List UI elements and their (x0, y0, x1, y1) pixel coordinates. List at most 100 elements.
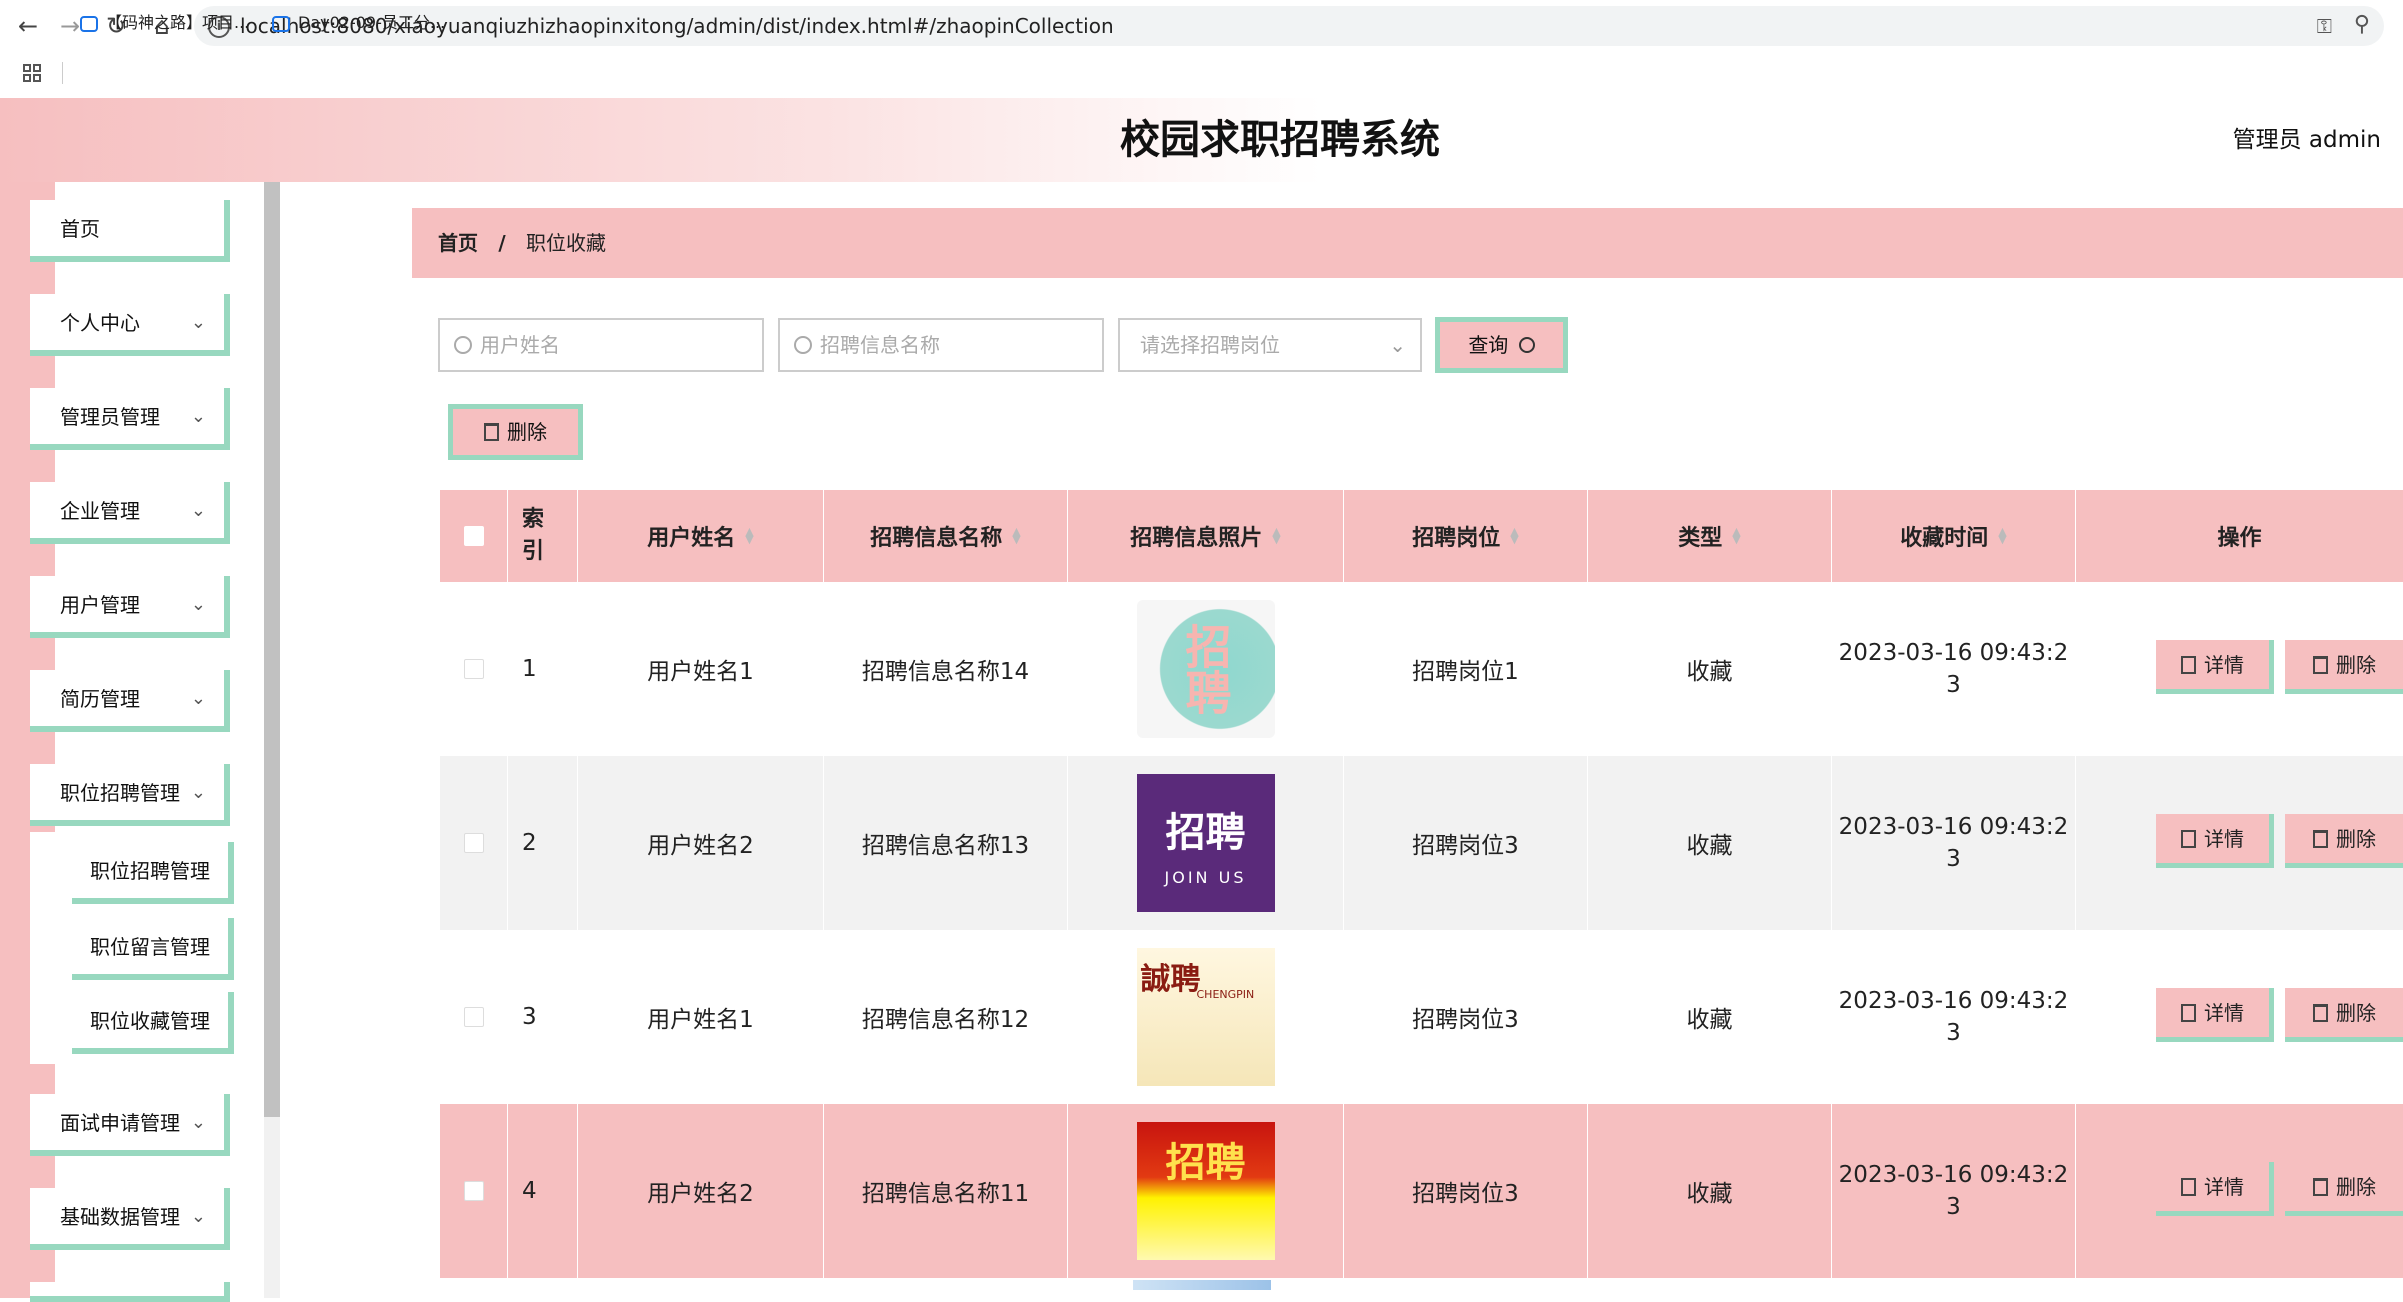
sidebar-item-home[interactable]: 首页 (30, 200, 230, 262)
row-delete-button[interactable]: 删除 (2285, 1162, 2403, 1216)
recruit-photo: 招聘 (1136, 1122, 1275, 1260)
info-name-placeholder: 招聘信息名称 (820, 333, 940, 357)
checkbox-cell (440, 756, 508, 930)
chevron-down-icon: ⌄ (1389, 333, 1406, 357)
sidebar-item-company[interactable]: 企业管理 ⌄ (30, 482, 230, 544)
trash-icon (2313, 830, 2328, 848)
sidebar-scroll-thumb[interactable] (264, 182, 280, 1117)
index-cell: 3 (508, 930, 578, 1104)
bookmark-item[interactable]: Day02-09-员工分... (272, 10, 445, 36)
sidebar-item-label: 管理员管理 (60, 405, 160, 429)
document-icon (2181, 830, 2196, 848)
key-icon[interactable]: ⚿ (2317, 14, 2332, 38)
photo-text: 招聘 (1165, 809, 1246, 856)
detail-button[interactable]: 详情 (2156, 640, 2274, 694)
table-row: 4 用户姓名2 招聘信息名称11 招聘 招聘岗位3 收藏 2023-03-16 09:43:… (440, 1104, 2403, 1278)
header-info-name-label: 招聘信息名称 (870, 526, 1003, 551)
time-value-wrap: 3 (1946, 672, 1961, 698)
recruit-photo: 招聘 JOIN US (1136, 774, 1275, 912)
row-delete-button[interactable]: 删除 (2285, 814, 2403, 868)
username-search-input[interactable]: 用户姓名 (438, 318, 764, 372)
header-username[interactable]: 用户姓名 ▲ ▼ (578, 490, 824, 582)
header-position[interactable]: 招聘岗位 ▲ ▼ (1344, 490, 1588, 582)
sidebar-item-users[interactable]: 用户管理 ⌄ (30, 576, 230, 638)
photo-cell: 誠聘 CHENGPIN (1068, 930, 1344, 1104)
chevron-down-icon: ⌄ (190, 1112, 206, 1133)
type-cell: 收藏 (1588, 930, 1832, 1104)
select-all-checkbox[interactable] (463, 526, 484, 546)
row-delete-button[interactable]: 删除 (2285, 988, 2403, 1042)
breadcrumb-home[interactable]: 首页 (438, 231, 478, 255)
photo-subtext: JOIN US (1164, 867, 1247, 887)
zoom-icon[interactable]: ⚲ (2354, 12, 2370, 37)
row-checkbox[interactable] (463, 1181, 484, 1201)
position-select[interactable]: 请选择招聘岗位 ⌄ (1118, 318, 1422, 372)
row-checkbox[interactable] (463, 1007, 484, 1027)
sidebar-subitem-message[interactable]: 职位留言管理 (72, 918, 234, 980)
sort-icon[interactable]: ▲ ▼ (1998, 526, 2006, 545)
sidebar-item-personal[interactable]: 个人中心 ⌄ (30, 294, 230, 356)
query-button[interactable]: 查询 (1435, 317, 1568, 373)
sidebar-item-recruit[interactable]: 职位招聘管理 ⌄ (30, 764, 230, 826)
batch-delete-button[interactable]: 删除 (448, 404, 583, 460)
search-icon (794, 336, 812, 354)
sidebar-item-resume[interactable]: 简历管理 ⌄ (30, 670, 230, 732)
photo-text: 招聘 (1165, 1140, 1246, 1186)
position-value: 招聘岗位3 (1412, 1007, 1519, 1033)
user-label[interactable]: 管理员 admin (2233, 98, 2381, 182)
address-bar[interactable]: i localhost:8080/xiaoyuanqiuzhizhaopinxi… (194, 6, 2384, 46)
breadcrumb: 首页 / 职位收藏 (412, 208, 2403, 278)
sidebar-item-partial[interactable] (30, 1282, 230, 1302)
apps-grid-icon[interactable] (22, 63, 42, 83)
sort-icon[interactable]: ▲ ▼ (1510, 526, 1518, 545)
sort-icon[interactable]: ▲ ▼ (1012, 526, 1020, 545)
username-value: 用户姓名2 (647, 1181, 754, 1207)
header-actions: 操作 (2076, 490, 2403, 582)
sort-icon[interactable]: ▲ ▼ (1732, 526, 1740, 545)
header-info-name[interactable]: 招聘信息名称 ▲ ▼ (824, 490, 1068, 582)
photo-cell: 招聘 (1068, 1104, 1344, 1278)
index-cell: 2 (508, 756, 578, 930)
header-type[interactable]: 类型 ▲ ▼ (1588, 490, 1832, 582)
sidebar-item-admin[interactable]: 管理员管理 ⌄ (30, 388, 230, 450)
time-value: 2023-03-16 09:43:2 (1838, 1162, 2069, 1188)
sort-icon[interactable]: ▲ ▼ (745, 526, 753, 545)
recruit-photo: 招聘 (1136, 600, 1275, 738)
sort-icon[interactable]: ▲ ▼ (1272, 526, 1280, 545)
index-value: 3 (522, 1004, 537, 1030)
sidebar-item-label: 首页 (60, 217, 100, 241)
row-checkbox[interactable] (463, 659, 484, 679)
detail-button[interactable]: 详情 (2156, 1162, 2274, 1216)
detail-label: 详情 (2204, 827, 2244, 851)
recruit-photo: 誠聘 CHENGPIN (1136, 948, 1275, 1086)
chevron-down-icon: ⌄ (190, 1206, 206, 1227)
index-value: 1 (522, 656, 537, 682)
row-checkbox[interactable] (463, 833, 484, 853)
sidebar-item-basedata[interactable]: 基础数据管理 ⌄ (30, 1188, 230, 1250)
site-title: 校园求职招聘系统 (1120, 117, 1440, 163)
sidebar-subitem-label: 职位收藏管理 (90, 1009, 210, 1033)
document-icon (2181, 1178, 2196, 1196)
type-value: 收藏 (1686, 1007, 1733, 1033)
row-delete-button[interactable]: 删除 (2285, 640, 2403, 694)
recruit-photo (1133, 1280, 1271, 1290)
trash-icon (484, 423, 499, 441)
sidebar-item-interview[interactable]: 面试申请管理 ⌄ (30, 1094, 230, 1156)
time-cell: 2023-03-16 09:43:2 3 (1832, 1104, 2076, 1278)
type-value: 收藏 (1686, 833, 1733, 859)
detail-button[interactable]: 详情 (2156, 814, 2274, 868)
trash-icon (2313, 1178, 2328, 1196)
sidebar-subitem-collection[interactable]: 职位收藏管理 (72, 992, 234, 1054)
bookmark-item[interactable]: 【码神之路】项目... (80, 10, 249, 36)
header-time[interactable]: 收藏时间 ▲ ▼ (1832, 490, 2076, 582)
back-icon[interactable]: ← (12, 10, 44, 42)
chevron-down-icon: ⌄ (190, 312, 206, 333)
info-name-search-input[interactable]: 招聘信息名称 (778, 318, 1104, 372)
header-type-label: 类型 (1678, 526, 1723, 551)
sidebar-subitem-recruit[interactable]: 职位招聘管理 (72, 842, 234, 904)
header-photo[interactable]: 招聘信息照片 ▲ ▼ (1068, 490, 1344, 582)
sidebar-item-label: 用户管理 (60, 593, 140, 617)
detail-button[interactable]: 详情 (2156, 988, 2274, 1042)
photo-cell: 招聘 (1068, 582, 1344, 756)
photo-text: 招聘 (1178, 623, 1233, 715)
